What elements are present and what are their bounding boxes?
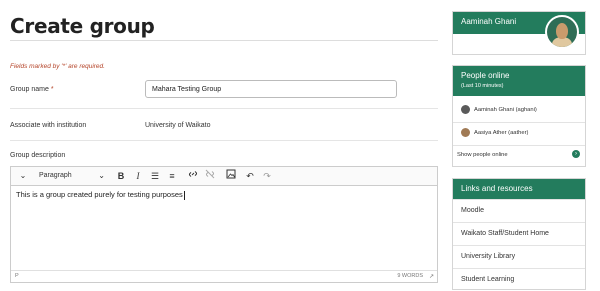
word-count: 9 WORDS	[397, 273, 423, 279]
numbered-list-icon[interactable]: ≡	[166, 169, 178, 183]
element-path[interactable]: P	[15, 273, 19, 279]
group-name-label-text: Group name	[10, 86, 49, 93]
redo-icon[interactable]: ↷	[261, 169, 273, 183]
divider	[10, 40, 438, 41]
people-online-subtitle: (Last 10 minutes)	[461, 83, 504, 89]
avatar	[461, 104, 470, 114]
editor-content: This is a group created purely for testi…	[16, 190, 183, 199]
resize-handle-icon[interactable]: ↗	[429, 273, 434, 280]
divider	[10, 140, 438, 141]
format-select-value: Paragraph	[39, 172, 72, 179]
avatar[interactable]	[545, 15, 579, 49]
user-profile-card: Aaminah Ghani	[452, 11, 586, 55]
page-title: Create group	[10, 14, 155, 38]
group-name-input[interactable]: Mahara Testing Group	[145, 80, 397, 98]
group-name-label: Group name *	[10, 86, 54, 93]
people-online-card: People online (Last 10 minutes) Aaminah …	[452, 65, 586, 167]
link-university-library[interactable]: University Library	[453, 245, 585, 268]
divider	[453, 145, 585, 146]
avatar-face	[556, 23, 568, 39]
required-star: *	[50, 86, 54, 93]
description-editor: ⌄ Paragraph ⌄ B I ☰ ≡ ↶ ↷ This is a grou…	[10, 166, 438, 283]
divider	[10, 108, 438, 109]
image-icon[interactable]	[225, 169, 237, 183]
unlink-icon[interactable]	[204, 169, 216, 183]
link-staff-student-home[interactable]: Waikato Staff/Student Home	[453, 222, 585, 245]
required-note: Fields marked by '*' are required.	[10, 63, 105, 70]
online-person[interactable]: Aasiya Ather (aather)	[461, 127, 528, 139]
bold-icon[interactable]: B	[115, 169, 127, 183]
italic-icon[interactable]: I	[132, 169, 144, 183]
bullet-list-icon[interactable]: ☰	[149, 169, 161, 183]
people-online-title: People online	[461, 71, 510, 80]
link-student-learning[interactable]: Student Learning	[453, 268, 585, 291]
chevron-down-icon: ⌄	[98, 171, 105, 180]
text-caret	[183, 190, 185, 200]
links-resources-card: Links and resources Moodle Waikato Staff…	[452, 178, 586, 290]
editor-statusbar: P 9 WORDS ↗	[11, 270, 437, 282]
arrow-right-icon[interactable]: ›	[572, 150, 580, 158]
online-person[interactable]: Aaminah Ghani (aghani)	[461, 104, 537, 116]
show-people-online-link[interactable]: Show people online	[457, 152, 508, 158]
editor-toolbar: ⌄ Paragraph ⌄ B I ☰ ≡ ↶ ↷	[11, 167, 437, 186]
avatar	[461, 127, 470, 137]
institution-value: University of Waikato	[145, 122, 211, 129]
online-person-name: Aaminah Ghani (aghani)	[474, 107, 537, 113]
institution-label: Associate with institution	[10, 122, 87, 129]
links-resources-title: Links and resources	[453, 179, 585, 199]
main-content: Create group Fields marked by '*' are re…	[8, 0, 438, 287]
link-icon[interactable]	[187, 169, 199, 183]
toolbar-toggle-icon[interactable]: ⌄	[17, 169, 29, 183]
divider	[453, 122, 585, 123]
format-select[interactable]: Paragraph ⌄	[33, 169, 109, 183]
link-moodle[interactable]: Moodle	[453, 199, 585, 222]
undo-icon[interactable]: ↶	[244, 169, 256, 183]
description-label: Group description	[10, 152, 66, 159]
online-person-name: Aasiya Ather (aather)	[474, 130, 529, 136]
people-online-header: People online (Last 10 minutes)	[453, 66, 585, 96]
editor-content-area[interactable]: This is a group created purely for testi…	[16, 190, 185, 200]
